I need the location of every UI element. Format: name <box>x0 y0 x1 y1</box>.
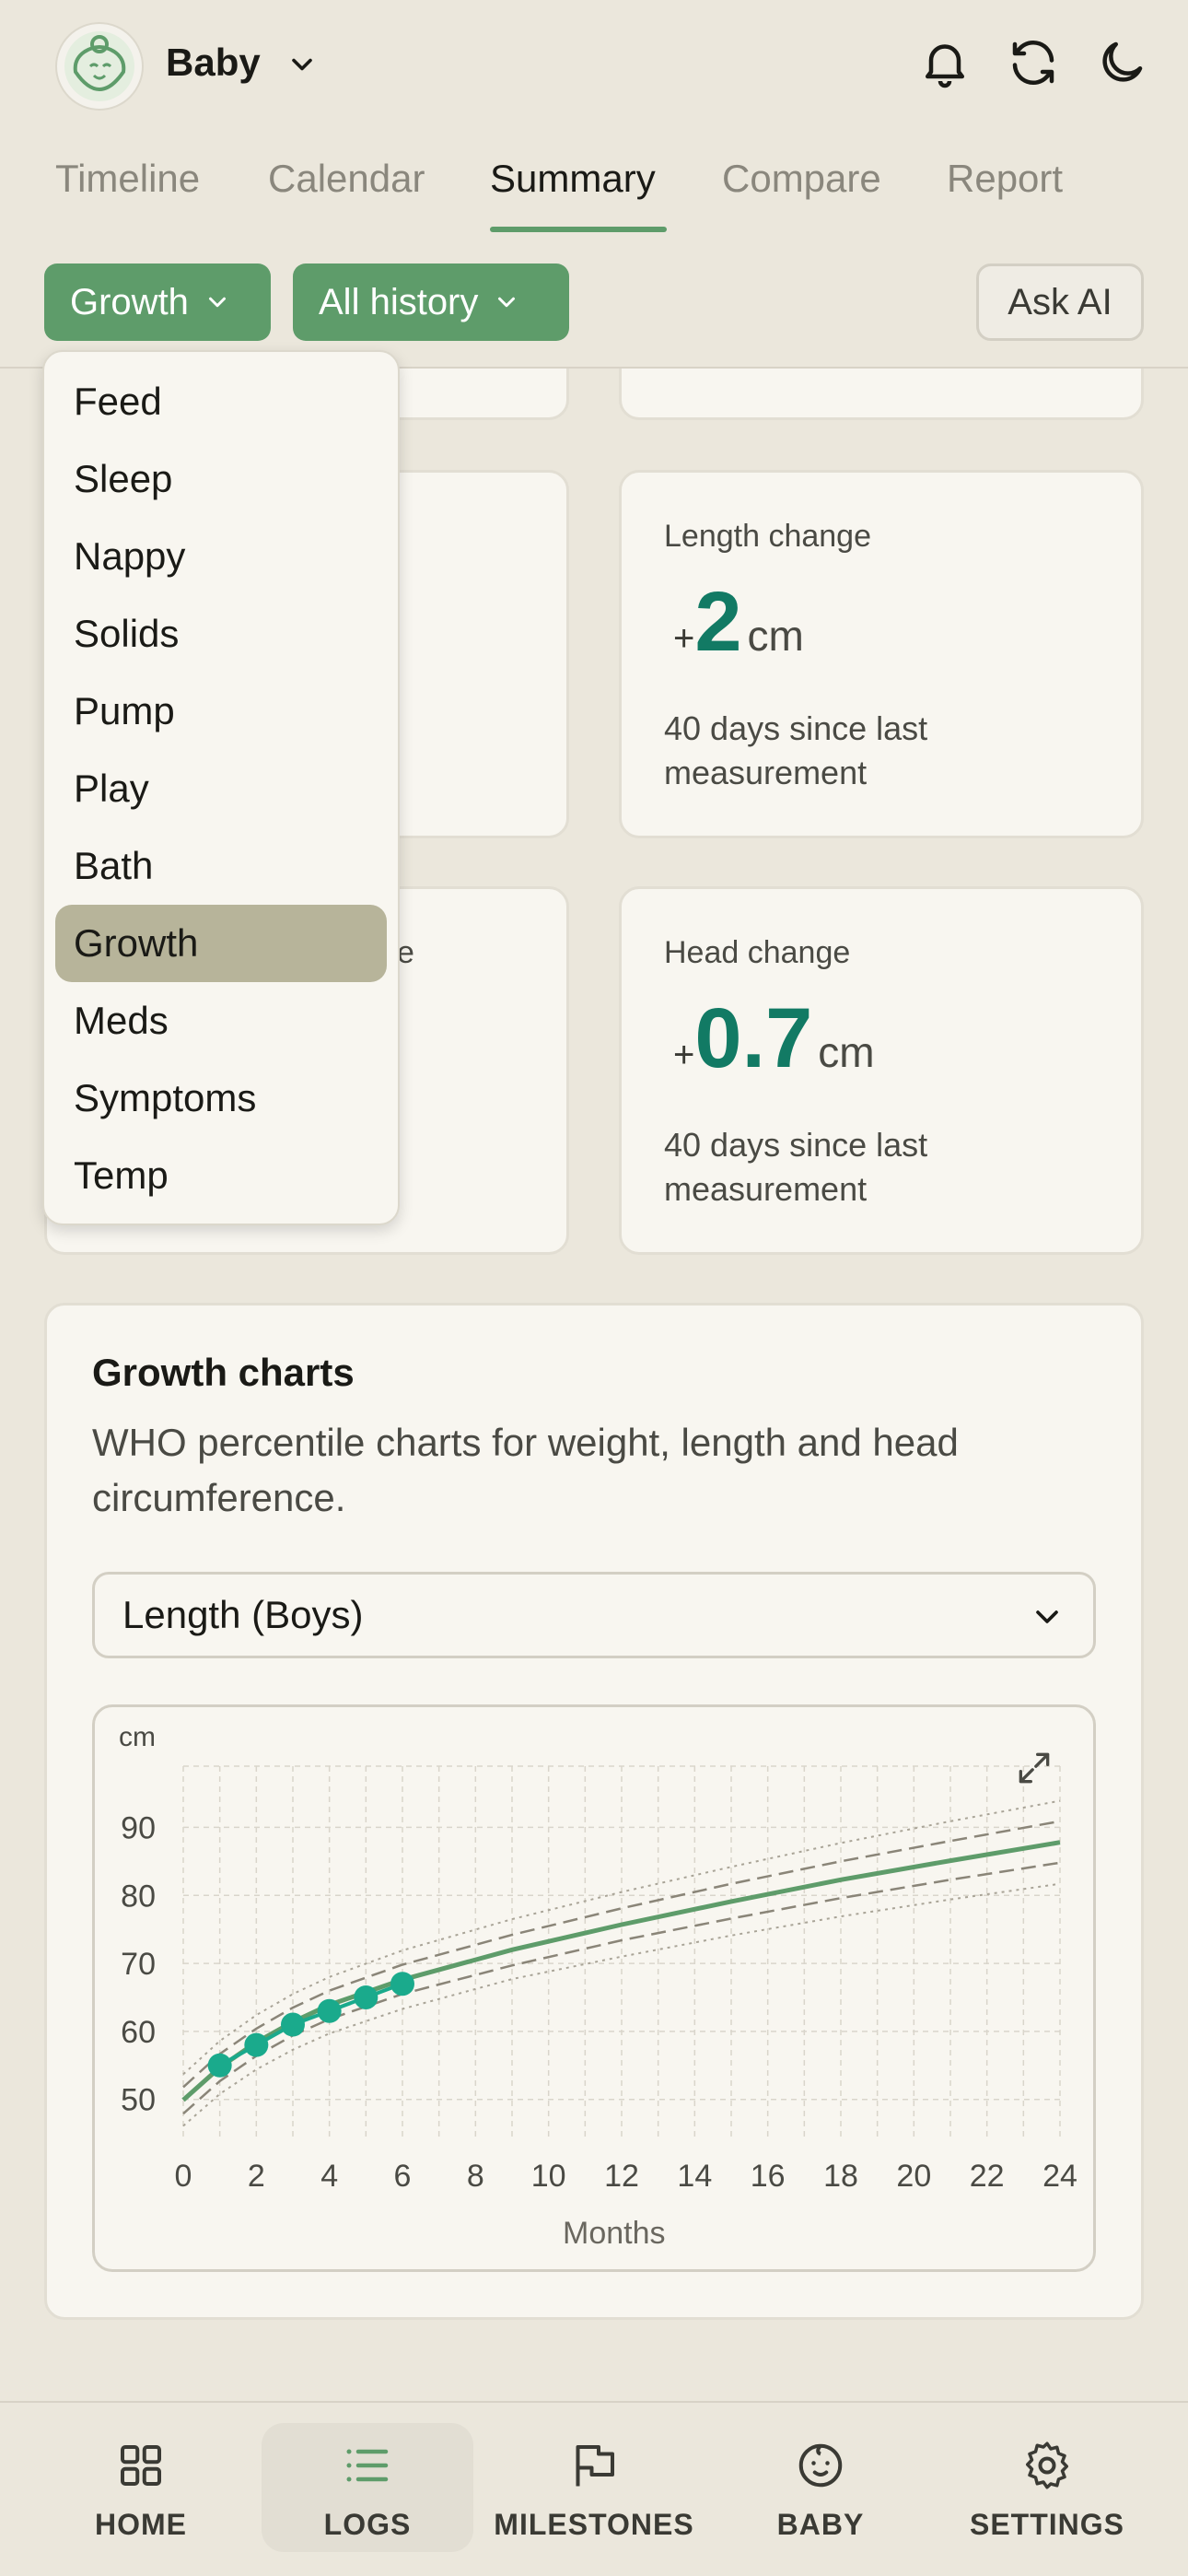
refresh-icon[interactable] <box>1006 35 1061 90</box>
length-change-value: + 2 cm <box>673 574 804 671</box>
x-tick-label: 18 <box>823 2159 858 2194</box>
y-tick-label: 80 <box>121 1879 156 1914</box>
chevron-down-icon[interactable] <box>285 48 319 81</box>
head-change-unit: cm <box>818 1028 875 1076</box>
x-tick-label: 20 <box>896 2159 931 2194</box>
range-filter-label: All history <box>319 281 479 322</box>
length-change-unit: cm <box>747 612 804 660</box>
category-dropdown-menu: Feed Sleep Nappy Solids Pump Play Bath G… <box>42 350 400 1225</box>
chart-ylabel: cm <box>119 1722 156 1752</box>
nav-milestones-label: MILESTONES <box>494 2508 694 2541</box>
tab-calendar[interactable]: Calendar <box>268 157 425 201</box>
x-tick-label: 24 <box>1042 2159 1077 2194</box>
head-change-sign: + <box>673 1035 695 1075</box>
nav-home[interactable]: HOME <box>35 2423 247 2552</box>
active-tab-indicator <box>490 227 667 232</box>
measurement-point <box>317 1998 342 2023</box>
dropdown-item-nappy[interactable]: Nappy <box>55 518 387 595</box>
flag-icon <box>576 2445 614 2487</box>
list-icon <box>346 2449 389 2482</box>
head-change-label: Head change <box>664 935 851 970</box>
tab-bar: Timeline Calendar Summary Compare Report <box>0 147 1188 240</box>
baby-face-icon <box>798 2443 843 2488</box>
dropdown-item-symptoms[interactable]: Symptoms <box>55 1060 387 1137</box>
category-filter-button[interactable]: Growth <box>44 263 271 341</box>
dropdown-item-sleep[interactable]: Sleep <box>55 440 387 518</box>
head-change-value: + 0.7 cm <box>673 990 875 1087</box>
dropdown-item-pump[interactable]: Pump <box>55 673 387 750</box>
expand-icon[interactable] <box>1014 1748 1054 1788</box>
measurement-point <box>207 2053 232 2078</box>
x-tick-label: 12 <box>604 2159 639 2194</box>
gear-icon <box>1026 2441 1068 2489</box>
measurement-point <box>281 2012 305 2037</box>
nav-baby-label: BABY <box>776 2508 865 2541</box>
nav-settings-label: SETTINGS <box>969 2508 1124 2541</box>
tab-summary[interactable]: Summary <box>490 157 656 201</box>
chevron-down-icon <box>498 297 516 308</box>
dropdown-item-solids[interactable]: Solids <box>55 595 387 673</box>
x-tick-label: 6 <box>394 2159 412 2194</box>
moon-icon[interactable] <box>1094 35 1149 90</box>
baby-avatar[interactable] <box>55 22 144 111</box>
dropdown-item-meds[interactable]: Meds <box>55 982 387 1060</box>
chevron-down-icon <box>208 297 226 308</box>
chart-xlabel: Months <box>563 2216 666 2251</box>
head-change-number: 0.7 <box>694 991 813 1085</box>
dropdown-item-bath[interactable]: Bath <box>55 827 387 905</box>
y-tick-label: 60 <box>121 2015 156 2050</box>
nav-milestones[interactable]: MILESTONES <box>488 2423 700 2552</box>
grid-icon <box>121 2445 161 2486</box>
x-tick-label: 22 <box>970 2159 1005 2194</box>
y-tick-label: 50 <box>121 2083 156 2118</box>
nav-baby[interactable]: BABY <box>715 2423 926 2552</box>
tab-report[interactable]: Report <box>947 157 1063 201</box>
dropdown-item-temp[interactable]: Temp <box>55 1137 387 1214</box>
measurement-point <box>390 1972 414 1996</box>
x-tick-label: 10 <box>531 2159 566 2194</box>
card-head-change: Head change + 0.7 cm 40 days since last … <box>619 886 1144 1255</box>
length-change-sign: + <box>673 618 695 659</box>
nav-home-label: HOME <box>95 2508 187 2541</box>
tab-compare[interactable]: Compare <box>722 157 881 201</box>
measurement-point <box>244 2032 269 2057</box>
head-change-note: 40 days since last measurement <box>664 1126 928 1208</box>
chart-type-select[interactable]: Length (Boys) <box>92 1572 1096 1658</box>
app-header: Baby Timeline Calendar Summary Compare R… <box>0 0 1188 369</box>
length-change-note: 40 days since last measurement <box>664 709 928 791</box>
nav-settings[interactable]: SETTINGS <box>941 2423 1153 2552</box>
tab-timeline[interactable]: Timeline <box>55 157 200 201</box>
bell-icon[interactable] <box>917 35 973 90</box>
x-tick-label: 0 <box>175 2159 192 2194</box>
x-tick-label: 2 <box>248 2159 265 2194</box>
range-filter-button[interactable]: All history <box>293 263 569 341</box>
length-change-number: 2 <box>694 575 742 669</box>
growth-chart: 0 2 4 6 8 10 12 14 16 18 20 22 24 50 60 70 80 90 cm Month… <box>92 1704 1096 2272</box>
length-change-label: Length change <box>664 519 871 554</box>
chart-type-value: Length (Boys) <box>122 1593 364 1636</box>
nav-logs-label: LOGS <box>323 2508 412 2541</box>
card-length-change: Length change + 2 cm 40 days since last … <box>619 470 1144 838</box>
dropdown-item-growth[interactable]: Growth <box>55 905 387 982</box>
bottom-nav: HOME LOGS MILESTONES BABY SETTINGS <box>0 2401 1188 2576</box>
baby-name[interactable]: Baby <box>166 41 261 85</box>
y-tick-label: 90 <box>121 1810 156 1845</box>
x-tick-label: 14 <box>677 2159 712 2194</box>
growth-charts-title: Growth charts <box>92 1351 355 1394</box>
x-tick-label: 16 <box>751 2159 786 2194</box>
baby-logo-icon <box>64 31 134 101</box>
chevron-down-icon <box>1036 1610 1058 1623</box>
dropdown-item-play[interactable]: Play <box>55 750 387 827</box>
x-tick-label: 4 <box>320 2159 338 2194</box>
x-tick-label: 8 <box>467 2159 484 2194</box>
category-filter-label: Growth <box>70 281 189 322</box>
growth-charts-description: WHO percentile charts for weight, length… <box>92 1421 959 1519</box>
ask-ai-button[interactable]: Ask AI <box>976 263 1144 341</box>
nav-logs[interactable]: LOGS <box>262 2423 473 2552</box>
growth-chart-svg: 0 2 4 6 8 10 12 14 16 18 20 22 245060708090 <box>121 1765 1077 2194</box>
dropdown-item-feed[interactable]: Feed <box>55 363 387 440</box>
measurement-point <box>354 1985 379 2009</box>
y-tick-label: 70 <box>121 1947 156 1982</box>
